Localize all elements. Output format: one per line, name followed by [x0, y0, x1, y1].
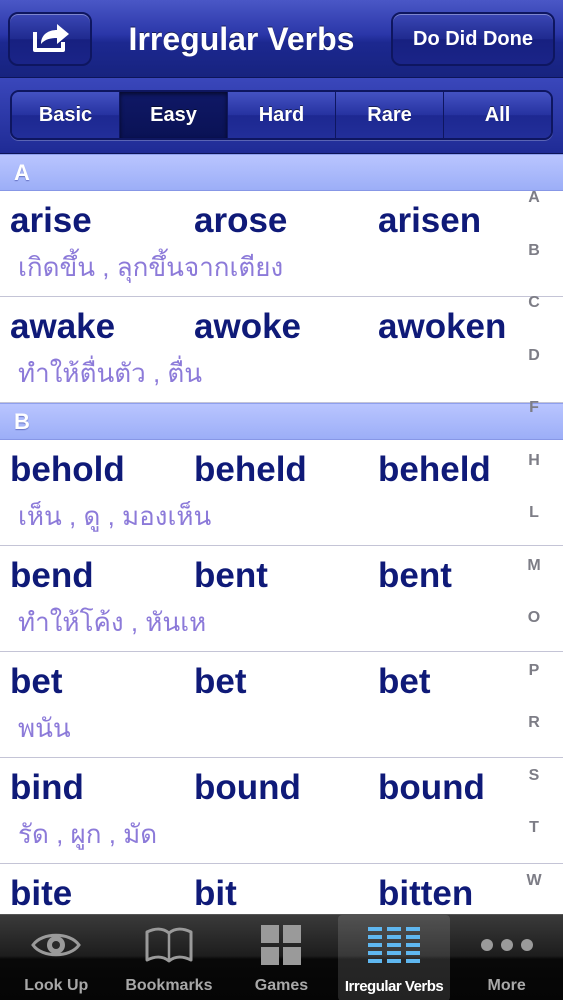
navigation-bar: Irregular Verbs Do Did Done [0, 0, 563, 78]
table-row[interactable]: arise arose arisen เกิดขึ้น , ลุกขึ้นจาก… [0, 191, 563, 297]
verb-meaning: เห็น , ดู , มองเห็น [18, 501, 212, 531]
table-row[interactable]: behold beheld beheld เห็น , ดู , มองเห็น [0, 440, 563, 546]
verb-list[interactable]: A arise arose arisen เกิดขึ้น , ลุกขึ้นจ… [0, 154, 563, 914]
tab-label: More [487, 977, 526, 994]
verb-past: bit [194, 874, 237, 913]
tab-label: Bookmarks [125, 977, 213, 994]
verb-base: bind [10, 768, 84, 807]
index-letter[interactable]: A [528, 172, 540, 225]
tab-irregular-verbs[interactable]: Irregular Verbs [337, 915, 451, 1000]
verb-meaning: ทำให้ตื่นตัว , ตื่น [18, 358, 203, 388]
verb-meaning: เกิดขึ้น , ลุกขึ้นจากเตียง [18, 252, 284, 282]
verb-base: bet [10, 662, 63, 701]
eye-icon [26, 923, 86, 967]
segment-basic[interactable]: Basic [12, 92, 120, 138]
verb-base: awake [10, 307, 116, 346]
verb-base: behold [10, 450, 125, 489]
verb-participle: bitten [378, 874, 474, 913]
verb-past: awoke [194, 307, 301, 346]
tab-bookmarks[interactable]: Bookmarks [113, 915, 226, 1000]
page-title: Irregular Verbs [128, 20, 355, 57]
index-letter[interactable]: L [529, 487, 539, 540]
list-columns-icon [364, 923, 424, 967]
verb-participle: bet [378, 662, 431, 701]
verb-base: arise [10, 201, 92, 240]
table-row[interactable]: bind bound bound รัด , ผูก , มัด [0, 758, 563, 864]
do-did-done-button[interactable]: Do Did Done [391, 12, 555, 66]
verb-meaning: ทำให้โค้ง , หันเห [18, 607, 207, 637]
book-icon [139, 923, 199, 967]
share-button[interactable] [8, 12, 92, 66]
tab-more[interactable]: More [450, 915, 563, 1000]
verb-participle: awoken [378, 307, 507, 346]
verb-participle: bent [378, 556, 452, 595]
segment-rare[interactable]: Rare [336, 92, 444, 138]
table-row[interactable]: awake awoke awoken ทำให้ตื่นตัว , ตื่น [0, 297, 563, 403]
index-letter[interactable]: M [527, 540, 540, 593]
verb-participle: arisen [378, 201, 482, 240]
index-letter[interactable]: P [529, 645, 540, 698]
tab-label: Look Up [24, 977, 89, 994]
section-index[interactable]: A B C D F H L M O P R S T W [521, 172, 547, 907]
tab-games[interactable]: Games [225, 915, 338, 1000]
verb-base: bite [10, 874, 73, 913]
verb-participle: beheld [378, 450, 491, 489]
filter-bar: Basic Easy Hard Rare All [0, 78, 563, 154]
tab-bar: Look Up Bookmarks Games Irregular Verbs … [0, 914, 563, 1000]
verb-base: bend [10, 556, 94, 595]
verb-participle: bound [378, 768, 485, 807]
table-row[interactable]: bend bent bent ทำให้โค้ง , หันเห [0, 546, 563, 652]
table-row[interactable]: bet bet bet พนัน [0, 652, 563, 758]
index-letter[interactable]: C [528, 277, 540, 330]
index-letter[interactable]: B [528, 225, 540, 278]
grid-icon [251, 923, 311, 967]
verb-past: bound [194, 768, 301, 807]
index-letter[interactable]: F [529, 382, 539, 435]
verb-meaning: พนัน [18, 713, 71, 743]
index-letter[interactable]: O [528, 592, 540, 645]
verb-past: beheld [194, 450, 307, 489]
tab-label: Irregular Verbs [344, 978, 444, 995]
verb-meaning: รัด , ผูก , มัด [18, 819, 158, 849]
tab-look-up[interactable]: Look Up [0, 915, 113, 1000]
index-letter[interactable]: H [528, 435, 540, 488]
index-letter[interactable]: W [526, 855, 541, 908]
difficulty-segmented-control: Basic Easy Hard Rare All [10, 90, 553, 140]
index-letter[interactable]: D [528, 330, 540, 383]
verb-past: bet [194, 662, 247, 701]
segment-hard[interactable]: Hard [228, 92, 336, 138]
more-dots-icon [477, 923, 537, 967]
tab-label: Games [254, 977, 309, 994]
index-letter[interactable]: R [528, 697, 540, 750]
verb-past: bent [194, 556, 268, 595]
verb-past: arose [194, 201, 288, 240]
table-row[interactable]: bite bit bitten [0, 864, 563, 914]
section-header-a: A [0, 154, 563, 191]
index-letter[interactable]: S [529, 750, 540, 803]
index-letter[interactable]: T [529, 802, 539, 855]
section-header-b: B [0, 403, 563, 440]
segment-all[interactable]: All [444, 92, 551, 138]
segment-easy[interactable]: Easy [120, 92, 228, 138]
share-arrow-icon [29, 20, 71, 59]
